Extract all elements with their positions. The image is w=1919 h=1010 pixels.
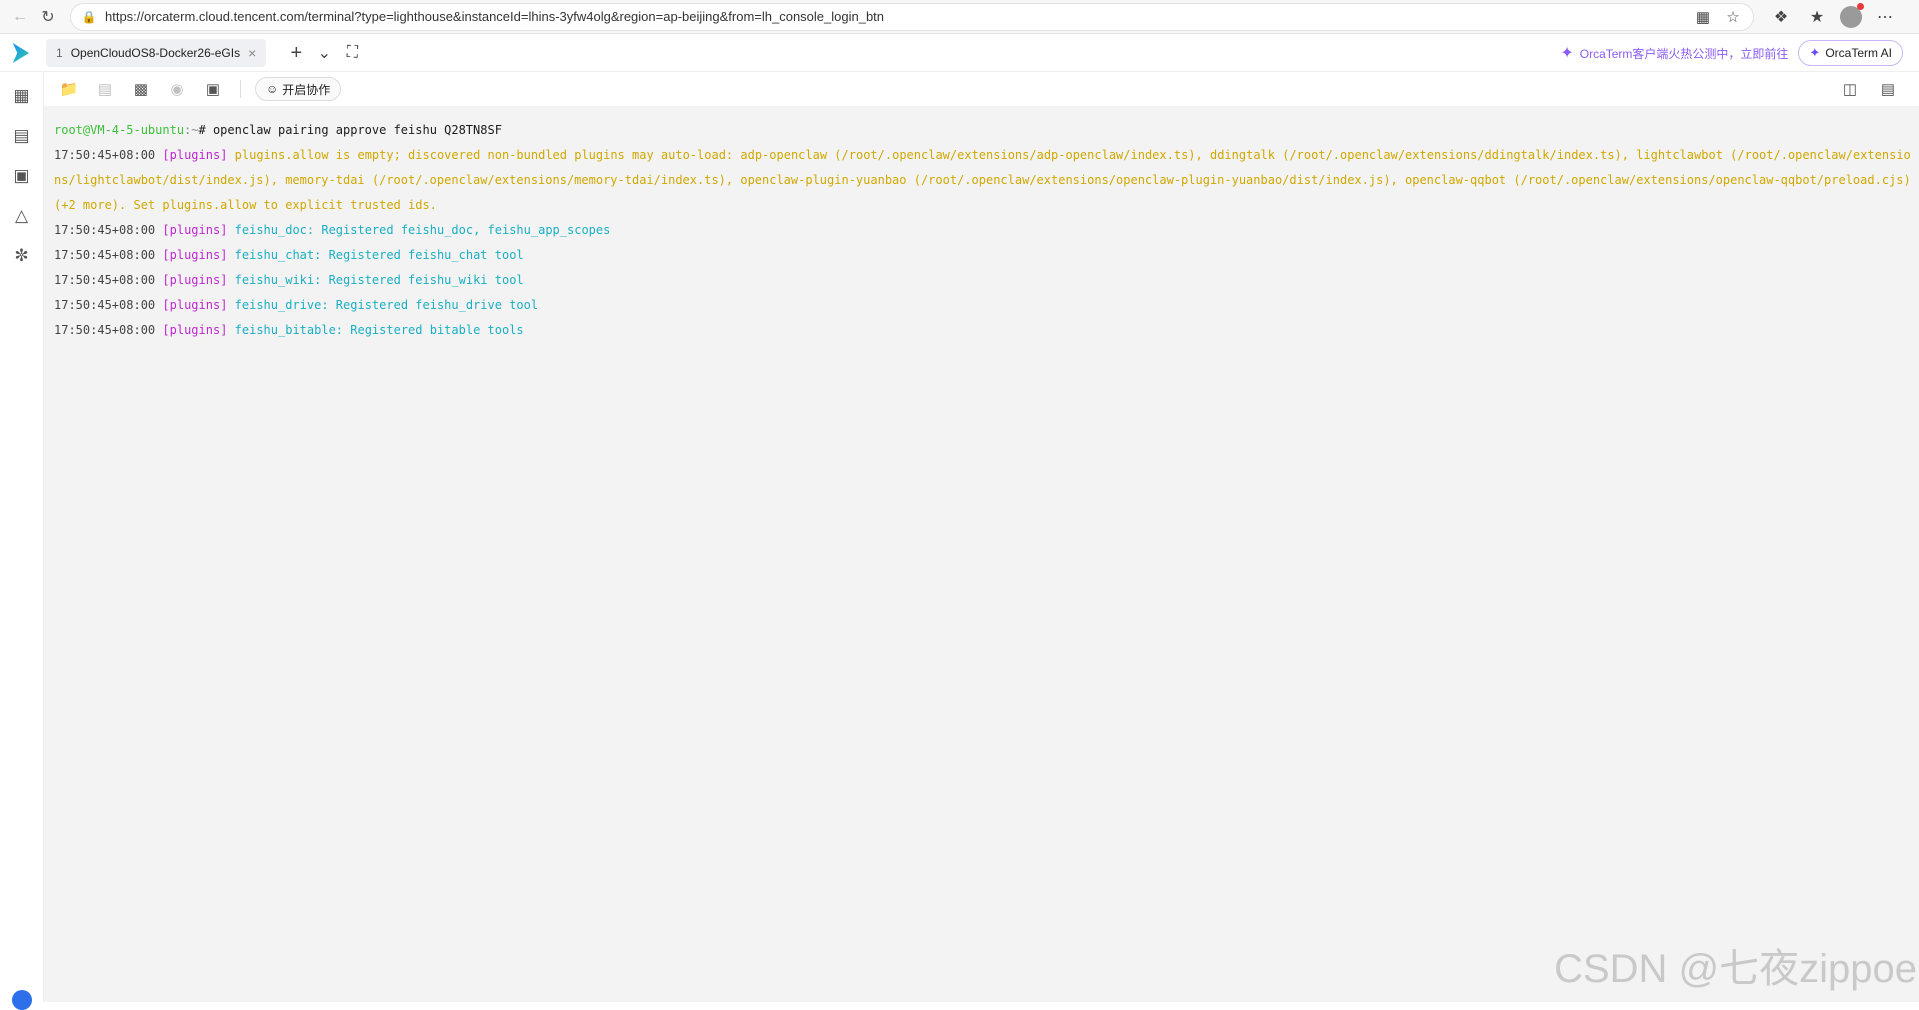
log-time: 17:50:45+08:00 — [54, 298, 155, 312]
log-text: feishu_drive: Registered feishu_drive to… — [235, 298, 538, 312]
command-icon[interactable]: ▩ — [128, 76, 154, 102]
network-icon[interactable]: △ — [9, 202, 35, 230]
user-add-icon: ☺ — [266, 82, 278, 96]
prompt-path: :~ — [184, 123, 198, 137]
orcaterm-ai-button[interactable]: ✦ OrcaTerm AI — [1798, 40, 1903, 66]
log-text: feishu_bitable: Registered bitable tools — [235, 323, 524, 337]
log-line-warning: 17:50:45+08:00 [plugins] plugins.allow i… — [54, 143, 1914, 218]
ai-icon: ✦ — [1809, 45, 1820, 61]
tab-session[interactable]: 1 OpenCloudOS8-Docker26-eGIs × — [46, 39, 266, 67]
add-tab-icon[interactable]: + — [282, 39, 310, 67]
terminal-output[interactable]: root@VM-4-5-ubuntu:~# openclaw pairing a… — [44, 106, 1919, 1002]
chevron-down-icon[interactable]: ⌄ — [310, 39, 338, 67]
promo-text[interactable]: OrcaTerm客户端火热公测中，立即前往 — [1580, 45, 1789, 62]
log-text: feishu_chat: Registered feishu_chat tool — [235, 248, 524, 262]
dashboard-icon[interactable]: ▦ — [9, 82, 35, 110]
snapshot-icon[interactable]: ▣ — [200, 76, 226, 102]
address-bar[interactable]: 🔒 https://orcaterm.cloud.tencent.com/ter… — [70, 3, 1754, 31]
sparkle-icon: ✦ — [1560, 43, 1573, 63]
terminal-toolbar: 📁 ▤ ▩ ◉ ▣ ☺ 开启协作 ◫ ▤ — [44, 72, 1919, 106]
app-header: 1 OpenCloudOS8-Docker26-eGIs × + ⌄ ⛶ ✦ O… — [0, 35, 1919, 72]
back-icon[interactable]: ← — [6, 3, 34, 31]
file-manager-icon[interactable]: 📁 — [56, 76, 82, 102]
more-icon[interactable]: ⋯ — [1872, 4, 1898, 30]
log-text: plugins.allow is empty; discovered non-b… — [54, 148, 1911, 212]
close-icon[interactable]: × — [248, 45, 256, 61]
tab-number: 1 — [56, 46, 63, 60]
record-icon[interactable]: ◉ — [164, 76, 190, 102]
lock-icon[interactable]: 🔒 — [79, 7, 99, 27]
log-time: 17:50:45+08:00 — [54, 323, 155, 337]
log-time: 17:50:45+08:00 — [54, 248, 155, 262]
log-tag: [plugins] — [162, 248, 227, 262]
logo-mark — [11, 43, 29, 63]
plugin-icon[interactable]: ✼ — [9, 242, 35, 270]
extensions-icon[interactable]: ❖ — [1768, 4, 1794, 30]
profile-avatar[interactable] — [1840, 6, 1862, 28]
tab-title: OpenCloudOS8-Docker26-eGIs — [71, 46, 240, 60]
apps-icon[interactable]: ▦ — [1691, 6, 1715, 28]
log-tag: [plugins] — [162, 323, 227, 337]
sftp-icon[interactable]: ▤ — [92, 76, 118, 102]
ai-button-label: OrcaTerm AI — [1825, 46, 1892, 60]
log-time: 17:50:45+08:00 — [54, 273, 155, 287]
server-list-icon[interactable]: ▤ — [9, 122, 35, 150]
log-line: 17:50:45+08:00 [plugins] feishu_chat: Re… — [54, 243, 1909, 268]
log-time: 17:50:45+08:00 — [54, 148, 155, 162]
toolbar-divider — [240, 80, 241, 98]
log-line: 17:50:45+08:00 [plugins] feishu_wiki: Re… — [54, 268, 1909, 293]
browser-toolbar: ← ↻ 🔒 https://orcaterm.cloud.tencent.com… — [0, 0, 1919, 34]
left-sidebar: ▦ ▤ ▣ △ ✼ — [0, 72, 44, 1002]
help-icon[interactable] — [12, 990, 32, 1010]
log-line: 17:50:45+08:00 [plugins] feishu_drive: R… — [54, 293, 1909, 318]
log-tag: [plugins] — [162, 223, 227, 237]
url-text[interactable]: https://orcaterm.cloud.tencent.com/termi… — [105, 9, 884, 24]
split-horizontal-icon[interactable]: ▤ — [1875, 76, 1901, 102]
log-text: feishu_doc: Registered feishu_doc, feish… — [235, 223, 611, 237]
collaborate-label: 开启协作 — [282, 81, 330, 98]
log-tag: [plugins] — [162, 273, 227, 287]
command-text: # openclaw pairing approve feishu Q28TN8… — [199, 123, 502, 137]
refresh-icon[interactable]: ↻ — [34, 3, 62, 31]
watermark: CSDN @七夜zippoe — [1554, 936, 1917, 994]
orcaterm-logo — [0, 35, 40, 72]
prompt-user: root@VM-4-5-ubuntu — [54, 123, 184, 137]
command-line: root@VM-4-5-ubuntu:~# openclaw pairing a… — [54, 118, 1909, 143]
log-tag: [plugins] — [162, 148, 227, 162]
client-promo-link[interactable]: ✦ OrcaTerm客户端火热公测中，立即前往 — [1560, 43, 1788, 63]
split-vertical-icon[interactable]: ◫ — [1837, 76, 1863, 102]
monitor-icon[interactable]: ▣ — [9, 162, 35, 190]
log-line: 17:50:45+08:00 [plugins] feishu_bitable:… — [54, 318, 1909, 343]
star-icon[interactable]: ☆ — [1721, 6, 1745, 28]
favorites-icon[interactable]: ★ — [1804, 4, 1830, 30]
collaborate-button[interactable]: ☺ 开启协作 — [255, 77, 341, 101]
log-line: 17:50:45+08:00 [plugins] feishu_doc: Reg… — [54, 218, 1909, 243]
log-time: 17:50:45+08:00 — [54, 223, 155, 237]
log-tag: [plugins] — [162, 298, 227, 312]
log-text: feishu_wiki: Registered feishu_wiki tool — [235, 273, 524, 287]
fullscreen-icon[interactable]: ⛶ — [338, 39, 366, 67]
